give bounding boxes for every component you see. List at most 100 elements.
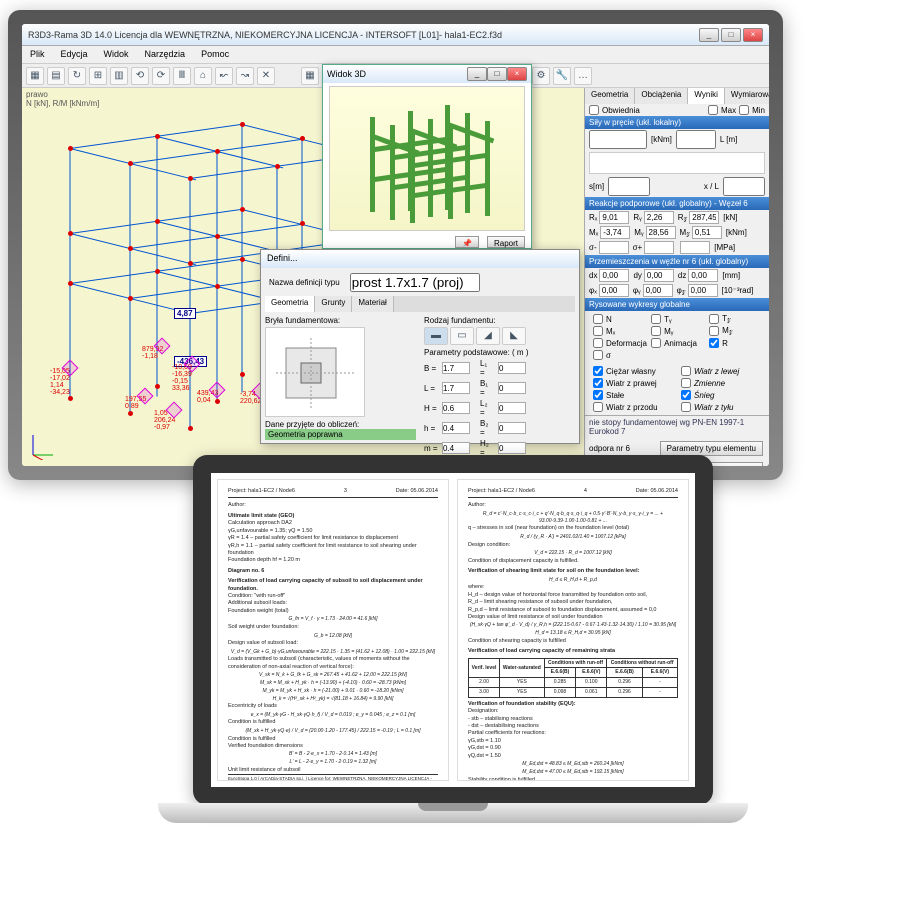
tool-icon[interactable]: ▤ xyxy=(47,67,65,85)
tool-icon[interactable]: ▦ xyxy=(26,67,44,85)
tool-icon[interactable]: ⟲ xyxy=(131,67,149,85)
deftab-soil[interactable]: Grunty xyxy=(315,296,352,312)
tool-icon[interactable]: … xyxy=(574,67,592,85)
field[interactable] xyxy=(599,269,629,282)
field[interactable] xyxy=(599,284,629,297)
chk-min[interactable] xyxy=(739,105,749,115)
ftype-icon[interactable]: ◣ xyxy=(502,327,526,345)
tool-icon[interactable]: ▥ xyxy=(110,67,128,85)
chk-plot[interactable] xyxy=(709,314,719,324)
field-param[interactable] xyxy=(498,442,526,454)
field-param[interactable] xyxy=(498,362,526,374)
field[interactable] xyxy=(688,284,718,297)
tool-icon[interactable]: 🔧 xyxy=(553,67,571,85)
chk-load[interactable] xyxy=(593,390,603,400)
menu-help[interactable]: Pomoc xyxy=(193,46,237,63)
menu-tools[interactable]: Narzędzia xyxy=(137,46,194,63)
titlebar: R3D3-Rama 3D 14.0 Licencja dla WEWNĘTRZN… xyxy=(22,24,769,46)
field-param[interactable] xyxy=(442,402,470,414)
chk-load[interactable] xyxy=(593,378,603,388)
chk-obwiednia[interactable] xyxy=(589,105,599,115)
field-param[interactable] xyxy=(442,382,470,394)
defdlg-title: Defini... xyxy=(261,250,579,268)
field[interactable] xyxy=(644,269,674,282)
field-type-name[interactable] xyxy=(350,273,480,292)
field[interactable] xyxy=(599,241,629,254)
btn-raport[interactable]: Raport xyxy=(487,236,525,248)
window-3d-view[interactable]: Widok 3D _ □ × 📌Raport xyxy=(322,64,532,249)
minimize-button[interactable]: _ xyxy=(699,28,719,42)
tool-icon[interactable]: ⟳ xyxy=(152,67,170,85)
node-icon xyxy=(215,149,220,154)
field-l[interactable] xyxy=(676,130,716,149)
tool-icon[interactable]: ⌂ xyxy=(194,67,212,85)
ftype-icon[interactable]: ◢ xyxy=(476,327,500,345)
tool-icon[interactable]: ✕ xyxy=(257,67,275,85)
field[interactable] xyxy=(688,269,718,282)
tool-icon[interactable]: ▦ xyxy=(301,67,319,85)
close-button[interactable]: × xyxy=(743,28,763,42)
deftab-geom[interactable]: Geometria xyxy=(265,296,315,312)
win3d-max[interactable]: □ xyxy=(487,67,507,81)
chk-plot[interactable] xyxy=(593,314,603,324)
chk-plot[interactable] xyxy=(593,338,603,348)
chk-load[interactable] xyxy=(681,402,691,412)
field-param[interactable] xyxy=(498,382,526,394)
field[interactable] xyxy=(600,226,630,239)
win3d-min[interactable]: _ xyxy=(467,67,487,81)
field[interactable] xyxy=(692,226,722,239)
btn-pin[interactable]: 📌 xyxy=(455,236,479,248)
ftype-icon[interactable]: ▭ xyxy=(450,327,474,345)
field[interactable] xyxy=(599,211,629,224)
field-param[interactable] xyxy=(442,422,470,434)
field-param[interactable] xyxy=(498,402,526,414)
tab-loads[interactable]: Obciążenia xyxy=(635,88,688,104)
tab-geometry[interactable]: Geometria xyxy=(585,88,635,104)
chk-load[interactable] xyxy=(681,366,691,376)
menu-edit[interactable]: Edycja xyxy=(53,46,96,63)
field[interactable] xyxy=(644,241,674,254)
field-k[interactable] xyxy=(589,130,647,149)
win3d-close[interactable]: × xyxy=(507,67,527,81)
chk-plot[interactable] xyxy=(651,338,661,348)
node-icon xyxy=(300,221,305,226)
tool-icon[interactable]: ⊞ xyxy=(89,67,107,85)
tool-icon[interactable]: Ⅲ xyxy=(173,67,191,85)
chk-load[interactable] xyxy=(593,366,603,376)
deftab-mat[interactable]: Materiał xyxy=(352,296,393,312)
view3d-canvas[interactable] xyxy=(329,86,525,231)
field-param[interactable] xyxy=(498,422,526,434)
field-param[interactable] xyxy=(442,442,470,454)
maximize-button[interactable]: □ xyxy=(721,28,741,42)
chk-load[interactable] xyxy=(681,378,691,388)
field[interactable] xyxy=(643,284,673,297)
field-param[interactable] xyxy=(442,362,470,374)
menu-file[interactable]: Plik xyxy=(22,46,53,63)
menu-view[interactable]: Widok xyxy=(96,46,137,63)
chk-load[interactable] xyxy=(593,402,603,412)
tool-icon[interactable]: ↜ xyxy=(215,67,233,85)
definition-dialog[interactable]: Defini... Nazwa definicji typu Geometria… xyxy=(260,249,580,444)
field[interactable] xyxy=(689,211,719,224)
chk-plot[interactable] xyxy=(651,314,661,324)
tool-icon[interactable]: ⚙ xyxy=(532,67,550,85)
ftype-icon[interactable]: ▬ xyxy=(424,327,448,345)
chk-plot[interactable] xyxy=(593,350,603,360)
field-s[interactable] xyxy=(608,177,650,196)
chk-load[interactable] xyxy=(681,390,691,400)
chk-plot[interactable] xyxy=(709,338,719,348)
field[interactable] xyxy=(680,241,710,254)
field-xl[interactable] xyxy=(723,177,765,196)
tool-icon[interactable]: ↻ xyxy=(68,67,86,85)
node-icon xyxy=(215,284,220,289)
btn-params[interactable]: Parametry typu elementu xyxy=(660,441,763,456)
field[interactable] xyxy=(644,211,674,224)
chk-plot[interactable] xyxy=(593,326,603,336)
chk-max[interactable] xyxy=(708,105,718,115)
tab-results[interactable]: Wyniki xyxy=(688,88,724,104)
tab-dimensioning[interactable]: Wymiarowanie xyxy=(725,88,769,104)
chk-plot[interactable] xyxy=(709,326,719,336)
chk-plot[interactable] xyxy=(651,326,661,336)
field[interactable] xyxy=(646,226,676,239)
tool-icon[interactable]: ↝ xyxy=(236,67,254,85)
